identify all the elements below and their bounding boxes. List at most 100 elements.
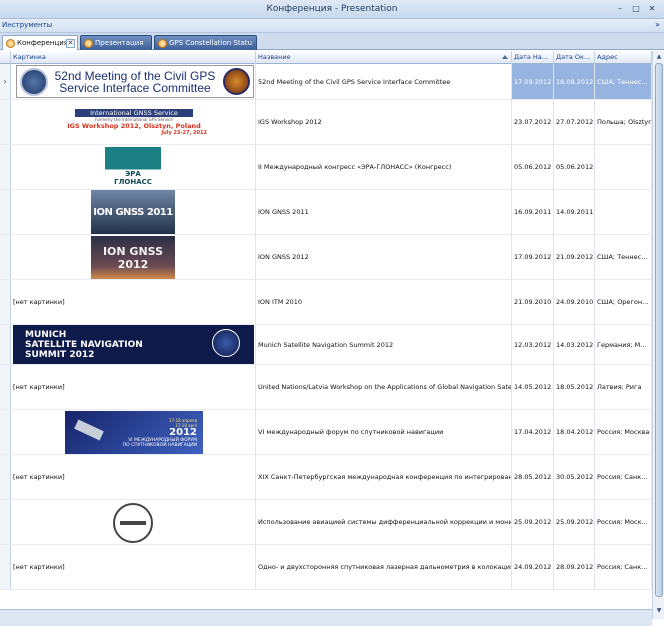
header-name[interactable]: Название	[256, 51, 512, 64]
name-cell[interactable]: ION GNSS 2012	[256, 235, 512, 279]
tab-gps-constellation[interactable]: GPS Constellation Statu	[154, 35, 257, 50]
end-date-cell[interactable]: 24.09.2010	[554, 280, 595, 324]
start-date-cell[interactable]: 17.09.2012	[512, 235, 554, 279]
picture-cell[interactable]: 17-18 апреля 17-18 april 2012 VI МЕЖДУНАРОД…	[11, 410, 256, 454]
row-selector[interactable]	[0, 100, 11, 144]
row-selector[interactable]: ›	[0, 64, 11, 99]
table-row[interactable]: ION GNSS 2011 ION GNSS 2011 16.09.2011 14.0…	[0, 190, 652, 235]
address-cell[interactable]	[595, 145, 652, 189]
table-row[interactable]: 17-18 апреля 17-18 april 2012 VI МЕЖДУНАРОД…	[0, 410, 652, 455]
start-date-cell[interactable]: 14.05.2012	[512, 365, 554, 409]
table-row[interactable]: ION GNSS 2012 ION GNSS 2012 17.09.2012 21.09…	[0, 235, 652, 280]
address-cell[interactable]: США; Теннес...	[595, 64, 652, 99]
name-cell[interactable]: 52nd Meeting of the Civil GPS Service In…	[256, 64, 512, 99]
picture-cell[interactable]: ION GNSS 2011	[11, 190, 256, 234]
maximize-icon[interactable]: □	[630, 3, 642, 15]
start-date-cell[interactable]: 25.09.2012	[512, 500, 554, 544]
address-cell[interactable]: Германия; М...	[595, 325, 652, 364]
table-row[interactable]: › 52nd Meeting of the Civil GPS Service In…	[0, 64, 652, 100]
table-row[interactable]: [нет картинки] ION ITM 2010 21.09.2010 24.0…	[0, 280, 652, 325]
start-date-cell[interactable]: 28.05.2012	[512, 455, 554, 499]
name-cell[interactable]: VI международный форум по спутниковой на…	[256, 410, 512, 454]
end-date-cell[interactable]: 18.05.2012	[554, 365, 595, 409]
header-end-date[interactable]: Дата Ок...	[554, 51, 595, 64]
header-address[interactable]: Адрес	[595, 51, 652, 64]
name-cell[interactable]: Одно- и двухсторонняя спутниковая лазерн…	[256, 545, 512, 589]
end-date-cell[interactable]: 18.04.2012	[554, 410, 595, 454]
row-selector[interactable]	[0, 365, 11, 409]
tab-conference[interactable]: Конференция ✕	[2, 35, 78, 50]
row-selector[interactable]	[0, 280, 11, 324]
header-picture[interactable]: Картинка	[11, 51, 256, 64]
name-cell[interactable]: Munich Satellite Navigation Summit 2012	[256, 325, 512, 364]
address-cell[interactable]: Польша; Olsztyn	[595, 100, 652, 144]
table-row[interactable]: ЭРА ГЛОНАСС II Международный конгресс «ЭРА…	[0, 145, 652, 190]
chevron-down-icon[interactable]: »	[655, 20, 660, 29]
address-cell[interactable]: Россия; Санк...	[595, 545, 652, 589]
start-date-cell[interactable]: 12.03.2012	[512, 325, 554, 364]
menu-tools[interactable]: Инструменты	[2, 21, 52, 29]
end-date-cell[interactable]: 05.06.2012	[554, 145, 595, 189]
end-date-cell[interactable]: 30.05.2012	[554, 455, 595, 499]
end-date-cell[interactable]: 18.09.2012	[554, 64, 595, 99]
start-date-cell[interactable]: 16.09.2011	[512, 190, 554, 234]
end-date-cell[interactable]: 27.07.2012	[554, 100, 595, 144]
scroll-down-icon[interactable]: ▼	[655, 607, 663, 615]
address-cell[interactable]: США; Орегон...	[595, 280, 652, 324]
picture-cell[interactable]: 52nd Meeting of the Civil GPS Service Int…	[11, 64, 256, 99]
start-date-cell[interactable]: 05.06.2012	[512, 145, 554, 189]
start-date-cell[interactable]: 17.09.2012	[512, 64, 554, 99]
end-date-cell[interactable]: 28.09.2012	[554, 545, 595, 589]
picture-cell[interactable]: ION GNSS 2012	[11, 235, 256, 279]
end-date-cell[interactable]: 25.09.2012	[554, 500, 595, 544]
picture-cell[interactable]: [нет картинки]	[11, 280, 256, 324]
row-selector[interactable]	[0, 190, 11, 234]
scroll-thumb[interactable]	[655, 63, 663, 597]
address-cell[interactable]: Россия; Санк...	[595, 455, 652, 499]
row-selector[interactable]	[0, 500, 11, 544]
name-cell[interactable]: XIX Санкт-Петербургская международная ко…	[256, 455, 512, 499]
header-start-date[interactable]: Дата На...	[512, 51, 554, 64]
row-selector[interactable]	[0, 410, 11, 454]
address-cell[interactable]	[595, 190, 652, 234]
table-row[interactable]: Использование авиацией системы дифференц…	[0, 500, 652, 545]
close-icon[interactable]: ✕	[646, 3, 658, 15]
row-selector[interactable]	[0, 455, 11, 499]
picture-cell[interactable]: [нет картинки]	[11, 365, 256, 409]
start-date-cell[interactable]: 24.09.2012	[512, 545, 554, 589]
address-cell[interactable]: США; Теннес...	[595, 235, 652, 279]
tab-presentation[interactable]: Презентация	[80, 35, 152, 50]
table-row[interactable]: [нет картинки] Одно- и двухсторонняя спут…	[0, 545, 652, 590]
row-selector[interactable]	[0, 545, 11, 589]
picture-cell[interactable]: MUNICH SATELLITE NAVIGATION SUMMIT 2012	[11, 325, 256, 364]
start-date-cell[interactable]: 23.07.2012	[512, 100, 554, 144]
end-date-cell[interactable]: 14.09.2011	[554, 190, 595, 234]
table-row[interactable]: [нет картинки] XIX Санкт-Петербургская ме…	[0, 455, 652, 500]
name-cell[interactable]: II Международный конгресс «ЭРА-ГЛОНАСС» …	[256, 145, 512, 189]
name-cell[interactable]: IGS Workshop 2012	[256, 100, 512, 144]
name-cell[interactable]: Использование авиацией системы дифференц…	[256, 500, 512, 544]
close-tab-icon[interactable]: ✕	[66, 39, 75, 48]
scroll-up-icon[interactable]: ▲	[655, 53, 663, 61]
start-date-cell[interactable]: 17.04.2012	[512, 410, 554, 454]
name-cell[interactable]: United Nations/Latvia Workshop on the Ap…	[256, 365, 512, 409]
name-cell[interactable]: ION GNSS 2011	[256, 190, 512, 234]
picture-cell[interactable]	[11, 500, 256, 544]
table-row[interactable]: [нет картинки] United Nations/Latvia Work…	[0, 365, 652, 410]
minimize-icon[interactable]: –	[614, 3, 626, 15]
address-cell[interactable]: Латвия; Рига	[595, 365, 652, 409]
picture-cell[interactable]: [нет картинки]	[11, 455, 256, 499]
row-selector[interactable]	[0, 145, 11, 189]
table-row[interactable]: International GNSS Service Formerly the I…	[0, 100, 652, 145]
end-date-cell[interactable]: 14.03.2012	[554, 325, 595, 364]
table-row[interactable]: MUNICH SATELLITE NAVIGATION SUMMIT 2012 Mun…	[0, 325, 652, 365]
picture-cell[interactable]: [нет картинки]	[11, 545, 256, 589]
picture-cell[interactable]: ЭРА ГЛОНАСС	[11, 145, 256, 189]
end-date-cell[interactable]: 21.09.2012	[554, 235, 595, 279]
picture-cell[interactable]: International GNSS Service Formerly the I…	[11, 100, 256, 144]
vertical-scrollbar[interactable]: ▲ ▼	[652, 51, 664, 619]
row-selector[interactable]	[0, 235, 11, 279]
address-cell[interactable]: Россия; Москва	[595, 410, 652, 454]
address-cell[interactable]: Россия; Моск...	[595, 500, 652, 544]
name-cell[interactable]: ION ITM 2010	[256, 280, 512, 324]
